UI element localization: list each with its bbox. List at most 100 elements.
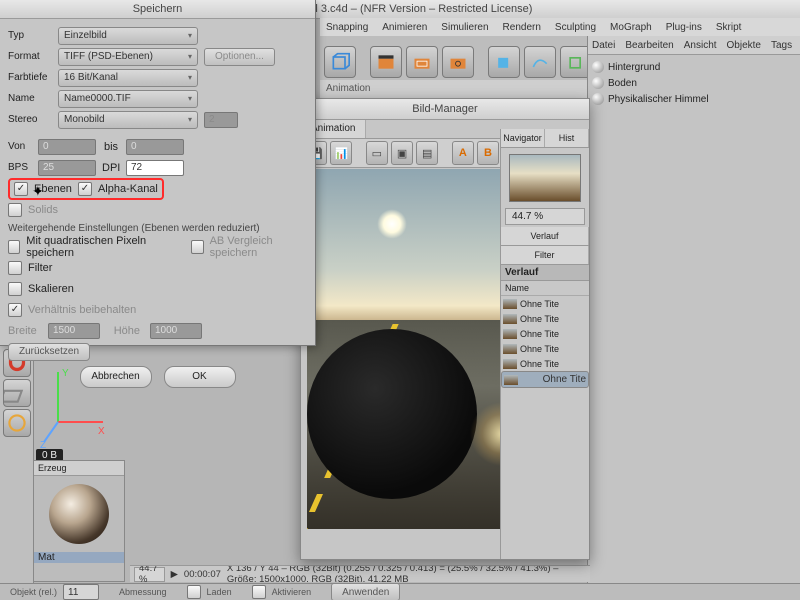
status-coords: X 136 / Y 44 – RGB (32Bit) (0.255 / 0.32… xyxy=(227,565,586,582)
footer-abmessung: Abmessung xyxy=(119,587,167,597)
pv-tab-hist[interactable]: Hist xyxy=(545,129,589,147)
menu-snapping[interactable]: Snapping xyxy=(326,22,368,33)
menu-animieren[interactable]: Animieren xyxy=(382,22,427,33)
material-header: Erzeug xyxy=(34,461,124,476)
lbl-stereo: Stereo xyxy=(8,114,52,125)
lbl-solids: Solids xyxy=(28,204,58,216)
pv-histogram-icon[interactable]: 📊 xyxy=(330,141,352,165)
save-dialog-title: Speichern xyxy=(0,0,315,19)
pv-zoom[interactable]: 44.7 % xyxy=(505,208,585,225)
pv-sidebar: NavigatorHist 44.7 % Verlauf Filter Verl… xyxy=(500,129,589,559)
tree-row-boden[interactable]: Boden xyxy=(592,75,796,91)
om-datei[interactable]: Datei xyxy=(592,40,615,51)
sub-tab-animation[interactable]: Animation xyxy=(326,83,370,94)
list-item[interactable]: Ohne Tite xyxy=(501,326,589,341)
status-zoom[interactable]: 44.7 % xyxy=(134,567,165,582)
input-bis[interactable]: 0 xyxy=(126,139,184,155)
cube-tool-icon[interactable] xyxy=(324,46,356,78)
checkbox-quad[interactable] xyxy=(8,240,20,254)
list-item[interactable]: Ohne Tite xyxy=(501,296,589,311)
thumb-icon xyxy=(503,344,517,354)
reset-button[interactable]: Zurücksetzen xyxy=(8,343,90,361)
ok-button[interactable]: OK xyxy=(164,366,236,388)
pv-fit-icon[interactable]: ▣ xyxy=(391,141,413,165)
list-item[interactable]: Ohne Tite xyxy=(501,311,589,326)
om-tags[interactable]: Tags xyxy=(771,40,792,51)
soft-select-icon[interactable] xyxy=(3,409,31,437)
tree-row-hintergrund[interactable]: Hintergrund xyxy=(592,59,796,75)
render-clapper-icon[interactable] xyxy=(370,46,402,78)
object-icon xyxy=(592,93,604,105)
object-icon xyxy=(592,77,604,89)
lbl-verh: Verhältnis beibehalten xyxy=(28,304,136,316)
render-preview[interactable] xyxy=(307,169,509,529)
tree-row-sky[interactable]: Physikalischer Himmel xyxy=(592,91,796,107)
render-settings-icon[interactable] xyxy=(442,46,474,78)
pv-tab-navigator[interactable]: Navigator xyxy=(501,129,545,147)
lbl-ab: AB Vergleich speichern xyxy=(210,235,307,259)
material-label[interactable]: Mat xyxy=(34,552,124,563)
select-stereo[interactable]: Monobild▾ xyxy=(58,111,198,129)
menu-mograph[interactable]: MoGraph xyxy=(610,22,652,33)
footer-objekt-value[interactable]: 11 xyxy=(63,584,99,600)
picture-viewer-title: Bild-Manager xyxy=(301,99,589,120)
select-format[interactable]: TIFF (PSD-Ebenen)▾ xyxy=(58,48,198,66)
input-dpi[interactable]: 72 xyxy=(126,160,184,176)
checkbox-filter[interactable] xyxy=(8,261,22,275)
select-farbtiefe[interactable]: 16 Bit/Kanal▾ xyxy=(58,69,198,87)
material-preview-icon[interactable] xyxy=(49,484,109,544)
pv-tab-filter[interactable]: Filter xyxy=(501,246,589,264)
pv-fullsize-icon[interactable]: ▭ xyxy=(366,141,388,165)
pv-channel-icon[interactable]: ▤ xyxy=(416,141,438,165)
highlight-ebenen-alpha: ✓Ebenen ✓Alpha-Kanal xyxy=(8,178,164,200)
verlauf-header: Verlauf xyxy=(501,265,589,281)
chevron-down-icon: ▾ xyxy=(188,94,192,103)
app-footer: Objekt (rel.)11 Abmessung Laden Aktivier… xyxy=(0,583,800,600)
menu-plugins[interactable]: Plug-ins xyxy=(666,22,702,33)
spline-pen-icon[interactable] xyxy=(524,46,556,78)
object-manager-menu: Datei Bearbeiten Ansicht Objekte Tags xyxy=(588,36,800,55)
pv-statusbar: 44.7 % ▶ 00:00:07 X 136 / Y 44 – RGB (32… xyxy=(130,565,590,582)
input-von[interactable]: 0 xyxy=(38,139,96,155)
list-item[interactable]: Ohne Tite xyxy=(501,371,589,388)
thumb-icon xyxy=(504,375,518,385)
menu-sculpting[interactable]: Sculpting xyxy=(555,22,596,33)
select-name[interactable]: Name0000.TIF▾ xyxy=(58,90,198,108)
input-bps[interactable]: 25 xyxy=(38,160,96,176)
render-region-icon[interactable] xyxy=(406,46,438,78)
list-item[interactable]: Ohne Tite xyxy=(501,341,589,356)
input-breite: 1500 xyxy=(48,323,100,339)
checkbox-aktivieren[interactable] xyxy=(252,585,266,599)
tree-label: Physikalischer Himmel xyxy=(608,94,709,105)
anwenden-button[interactable]: Anwenden xyxy=(331,583,400,600)
checkbox-verh: ✓ xyxy=(8,303,22,317)
play-icon[interactable]: ▶ xyxy=(171,569,178,580)
om-objekte[interactable]: Objekte xyxy=(727,40,761,51)
pv-compare-a-icon[interactable]: A xyxy=(452,141,474,165)
chevron-down-icon: ▾ xyxy=(188,73,192,82)
menu-rendern[interactable]: Rendern xyxy=(503,22,541,33)
list-item[interactable]: Ohne Tite xyxy=(501,356,589,371)
checkbox-ebenen[interactable]: ✓ xyxy=(14,182,28,196)
checkbox-skalieren[interactable] xyxy=(8,282,22,296)
pv-tab-verlauf[interactable]: Verlauf xyxy=(501,227,589,245)
lbl-typ: Typ xyxy=(8,30,52,41)
menu-simulieren[interactable]: Simulieren xyxy=(441,22,488,33)
om-ansicht[interactable]: Ansicht xyxy=(684,40,717,51)
menu-skript[interactable]: Skript xyxy=(716,22,742,33)
primitive-cube-icon[interactable] xyxy=(488,46,520,78)
status-time: 00:00:07 xyxy=(184,569,221,580)
checkbox-laden[interactable] xyxy=(187,585,201,599)
lbl-bps: BPS xyxy=(8,162,32,173)
cancel-button[interactable]: Abbrechen xyxy=(80,366,152,388)
thumb-icon xyxy=(503,329,517,339)
stereo-count: 2 xyxy=(204,112,238,128)
checkbox-alpha[interactable]: ✓ xyxy=(78,182,92,196)
options-button[interactable]: Optionen... xyxy=(204,48,275,66)
pv-compare-b-icon[interactable]: B xyxy=(477,141,499,165)
viewport-sub-toolbar: Animation xyxy=(320,80,600,99)
om-bearbeiten[interactable]: Bearbeiten xyxy=(625,40,673,51)
navigator-thumb[interactable] xyxy=(509,154,581,202)
select-typ[interactable]: Einzelbild▾ xyxy=(58,27,198,45)
lbl-von: Von xyxy=(8,141,32,152)
